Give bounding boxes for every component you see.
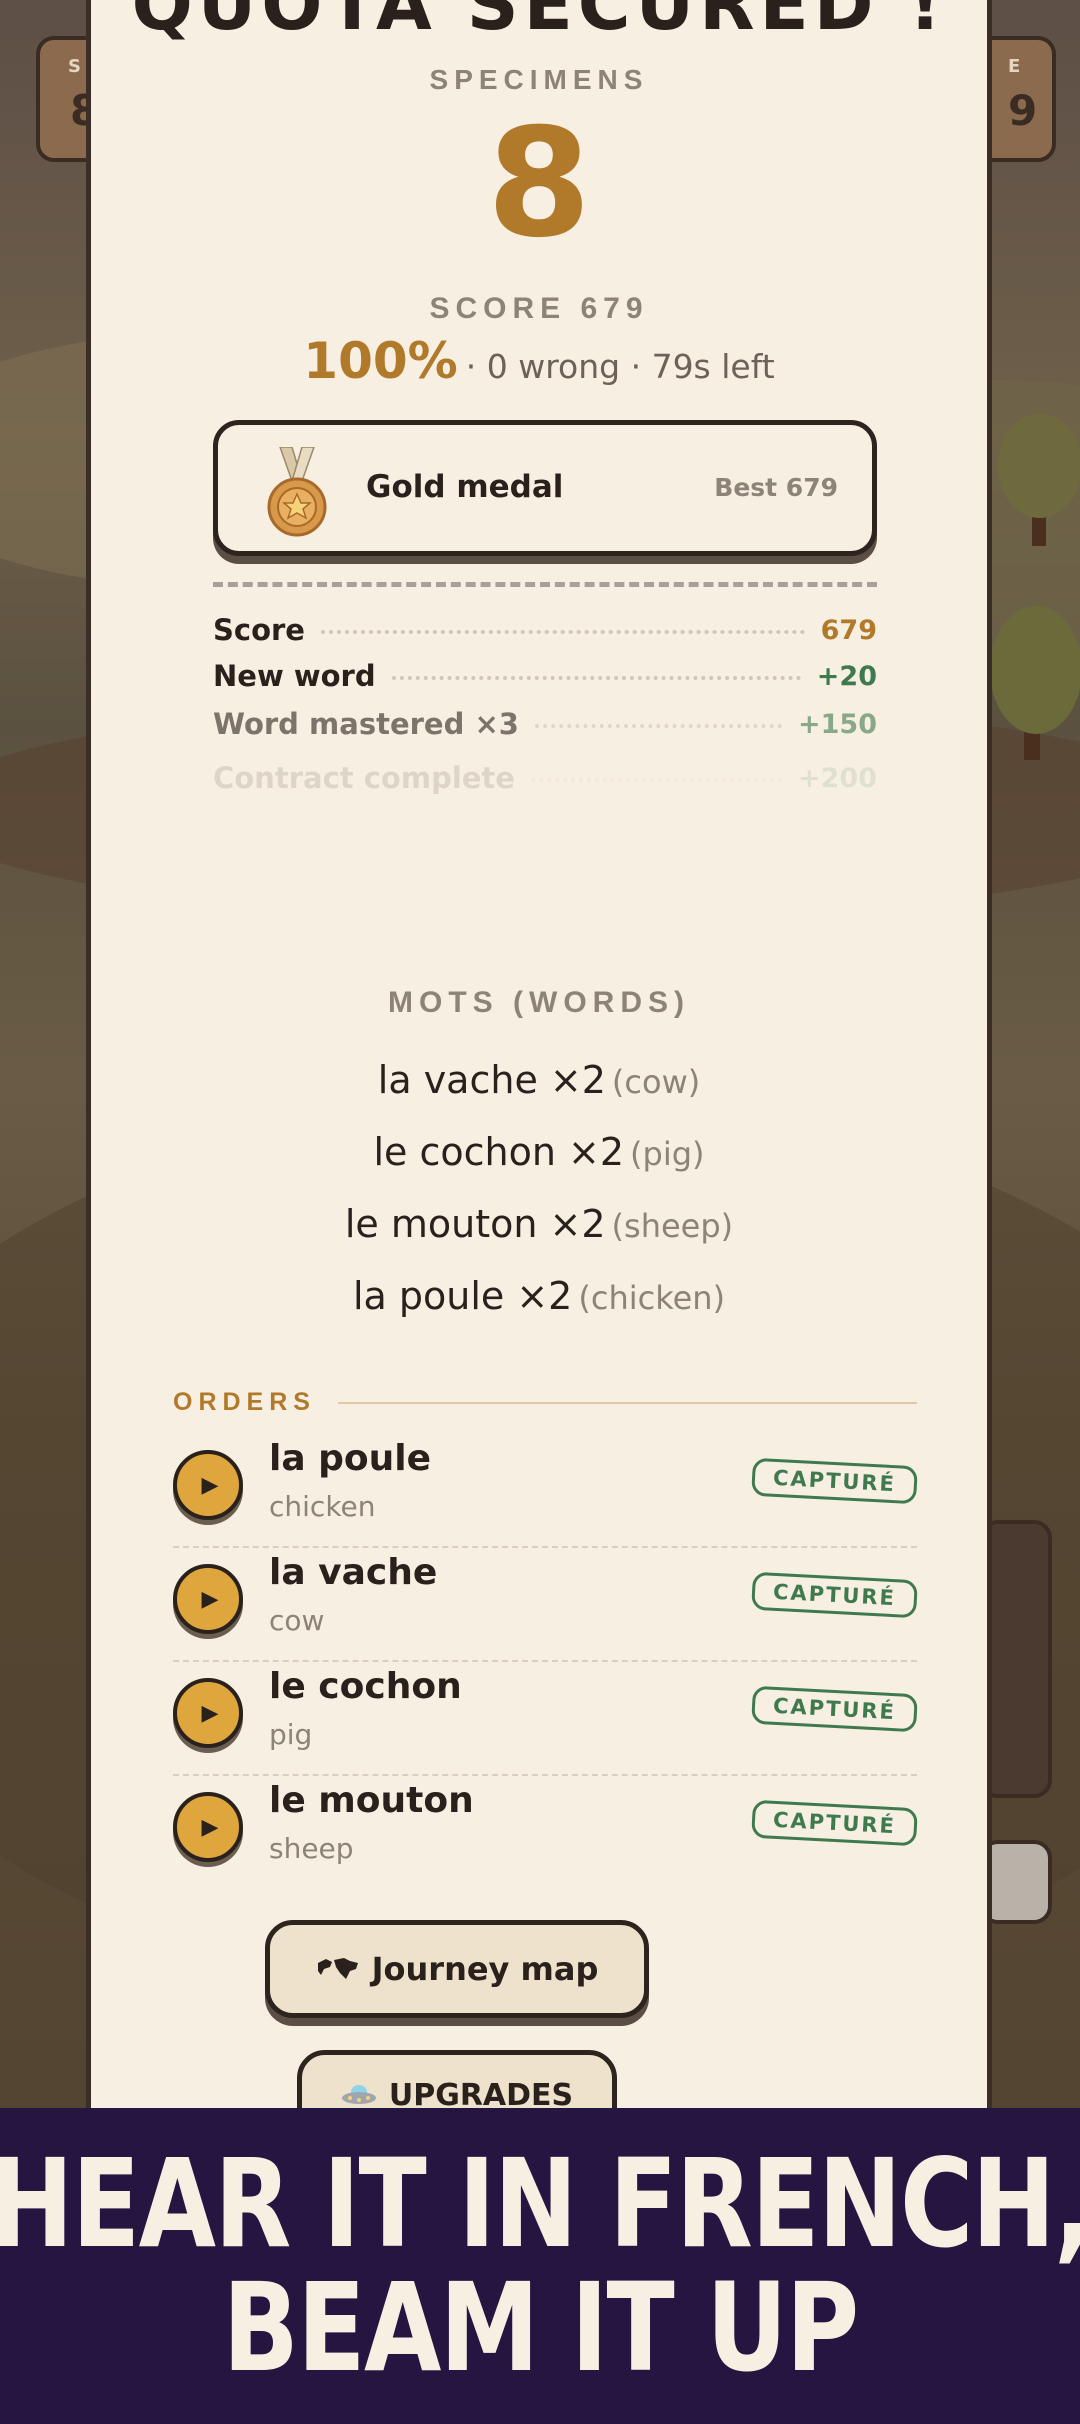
gold-medal-icon	[267, 447, 327, 537]
tree-icon	[990, 606, 1080, 760]
bonus-label: Score	[213, 613, 305, 647]
word-translation: (pig)	[630, 1135, 705, 1173]
bonus-row: Word mastered ×3 +150	[213, 704, 877, 744]
word-translation: (chicken)	[578, 1279, 726, 1317]
side-chip-value: 9	[1008, 86, 1038, 135]
order-english-word: chicken	[269, 1490, 376, 1523]
bonus-label: New word	[213, 659, 376, 693]
journey-map-button[interactable]: Journey map	[265, 1920, 649, 2018]
word-translation: (cow)	[611, 1063, 701, 1101]
medal-name: Gold medal	[366, 469, 564, 505]
play-icon: ▶	[201, 1586, 219, 1612]
play-audio-button[interactable]: ▶	[173, 1792, 243, 1862]
captured-stamp: CAPTURÉ	[751, 1571, 918, 1619]
bonus-row: New word +20	[213, 656, 877, 696]
bonus-row: Score 679	[213, 610, 877, 650]
upgrades-label: UPGRADES	[388, 2077, 574, 2109]
word-entry: la poule ×2 (chicken)	[91, 1274, 987, 1318]
promo-banner: HEAR IT IN FRENCH, BEAM IT UP	[0, 2108, 1080, 2424]
bonus-label: Contract complete	[213, 761, 515, 795]
order-english-word: cow	[269, 1604, 325, 1637]
play-audio-button[interactable]: ▶	[173, 1564, 243, 1634]
upgrades-button[interactable]: UPGRADES	[297, 2050, 617, 2108]
order-french-word: le cochon	[269, 1666, 462, 1707]
journey-map-label: Journey map	[371, 1950, 599, 1988]
order-row: ▶ le cochon pig CAPTURÉ	[173, 1662, 918, 1776]
accuracy-row: 100% · 0 wrong · 79s left	[91, 332, 987, 390]
play-icon: ▶	[201, 1814, 219, 1840]
best-score: Best 679	[714, 473, 838, 502]
results-panel: QUOTA SECURED ! SPECIMENS 8 SCORE 679 10…	[86, 0, 992, 2108]
bonus-leader	[320, 630, 805, 634]
specimens-count: 8	[486, 97, 592, 271]
side-chip-label: S	[68, 56, 81, 77]
word-text: le mouton ×2	[344, 1202, 606, 1246]
word-text: la vache ×2	[377, 1058, 606, 1102]
captured-stamp: CAPTURÉ	[751, 1799, 918, 1847]
play-icon: ▶	[201, 1472, 219, 1498]
result-title: QUOTA SECURED !	[131, 0, 947, 46]
bonus-row: Contract complete +200	[213, 758, 877, 798]
bonus-value: +150	[798, 708, 877, 740]
captured-stamp: CAPTURÉ	[751, 1685, 918, 1733]
world-map-icon	[317, 1958, 358, 1979]
order-french-word: le mouton	[269, 1780, 474, 1821]
bonus-label: Word mastered ×3	[213, 707, 519, 741]
order-english-word: sheep	[269, 1832, 354, 1865]
bonus-value: 679	[820, 614, 877, 646]
bonus-value: +200	[798, 762, 877, 794]
bonus-leader	[391, 676, 801, 680]
bonus-leader	[534, 724, 783, 728]
word-text: la poule ×2	[352, 1274, 573, 1318]
medal-card: Gold medal Best 679	[213, 420, 877, 556]
orders-header: ORDERS	[173, 1388, 917, 1417]
order-row: ▶ le mouton sheep CAPTURÉ	[173, 1776, 918, 1890]
accuracy-detail: · 0 wrong · 79s left	[465, 347, 775, 386]
orders-heading: ORDERS	[173, 1388, 316, 1416]
order-french-word: la poule	[269, 1438, 432, 1479]
accuracy-percent: 100%	[303, 332, 458, 390]
play-icon: ▶	[201, 1700, 219, 1726]
order-row: ▶ la poule chicken CAPTURÉ	[173, 1434, 918, 1548]
banner-line-2: BEAM IT UP	[222, 2257, 859, 2399]
ufo-icon	[341, 2085, 376, 2104]
order-english-word: pig	[269, 1718, 313, 1751]
divider	[213, 582, 877, 587]
order-french-word: la vache	[269, 1552, 438, 1593]
word-entry: le cochon ×2 (pig)	[91, 1130, 987, 1174]
score-label: SCORE 679	[429, 292, 649, 325]
specimens-label: SPECIMENS	[429, 64, 649, 95]
bonus-value: +20	[816, 660, 877, 692]
order-row: ▶ la vache cow CAPTURÉ	[173, 1548, 918, 1662]
bonus-leader	[530, 778, 783, 782]
play-audio-button[interactable]: ▶	[173, 1450, 243, 1520]
word-text: le cochon ×2	[373, 1130, 625, 1174]
banner-line-1: HEAR IT IN FRENCH,	[0, 2133, 1080, 2275]
captured-stamp: CAPTURÉ	[751, 1457, 918, 1505]
word-entry: la vache ×2 (cow)	[91, 1058, 987, 1102]
orders-rule	[337, 1401, 917, 1404]
words-heading: MOTS (WORDS)	[388, 986, 690, 1019]
tree-icon	[998, 414, 1080, 546]
word-entry: le mouton ×2 (sheep)	[91, 1202, 987, 1246]
word-translation: (sheep)	[611, 1207, 734, 1245]
play-audio-button[interactable]: ▶	[173, 1678, 243, 1748]
side-chip-label: E	[1008, 56, 1021, 77]
